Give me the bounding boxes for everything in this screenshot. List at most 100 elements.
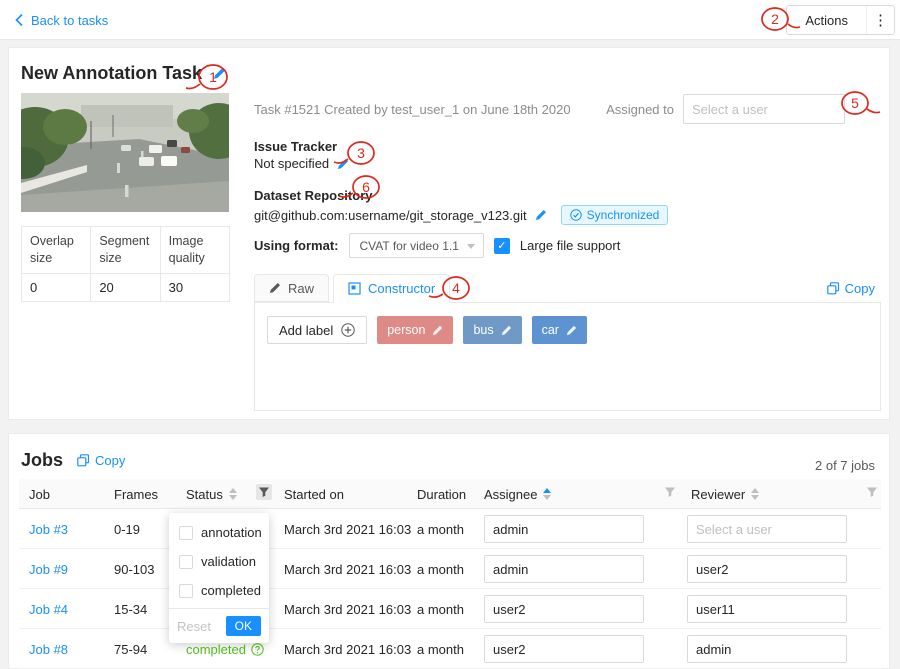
add-label-text: Add label bbox=[279, 323, 333, 338]
filter-footer: Reset OK bbox=[169, 608, 269, 643]
started-cell: March 3rd 2021 16:03 bbox=[284, 629, 411, 669]
edit-title-icon[interactable] bbox=[213, 67, 226, 80]
param-value-segment: 20 bbox=[91, 273, 160, 301]
format-row: Using format: CVAT for video 1.1 ✓ Large… bbox=[254, 233, 620, 258]
plus-circle-icon bbox=[341, 323, 355, 337]
filter-ok-button[interactable]: OK bbox=[226, 616, 261, 636]
actions-more-button[interactable]: ⋮ bbox=[866, 6, 894, 34]
tab-raw[interactable]: Raw bbox=[254, 274, 329, 302]
edit-issue-tracker-icon[interactable] bbox=[337, 158, 349, 170]
sort-status-icon[interactable] bbox=[229, 488, 237, 500]
checkbox-icon[interactable] bbox=[179, 555, 193, 569]
copy-icon bbox=[77, 454, 90, 467]
copy-labels-link[interactable]: Copy bbox=[827, 281, 875, 296]
assignee-input[interactable] bbox=[484, 635, 644, 663]
reviewer-input[interactable] bbox=[687, 555, 847, 583]
edit-repository-icon[interactable] bbox=[535, 209, 547, 221]
frames-cell: 0-19 bbox=[114, 509, 140, 549]
label-tag-car-text: car bbox=[542, 323, 559, 337]
tab-constructor-label: Constructor bbox=[368, 281, 435, 296]
started-cell: March 3rd 2021 16:03 bbox=[284, 589, 411, 629]
col-duration: Duration bbox=[417, 479, 466, 509]
large-file-checkbox[interactable]: ✓ bbox=[494, 238, 510, 254]
filter-status-icon[interactable] bbox=[256, 484, 272, 500]
large-file-label: Large file support bbox=[520, 238, 620, 253]
assigned-to-block: Assigned to bbox=[606, 94, 845, 124]
filter-reset-button[interactable]: Reset bbox=[177, 619, 211, 634]
table-row: Job #9 90-103 March 3rd 2021 16:03 a mon… bbox=[19, 549, 881, 589]
format-select[interactable]: CVAT for video 1.1 bbox=[349, 233, 484, 258]
pencil-icon bbox=[269, 282, 281, 294]
label-tag-person[interactable]: person bbox=[377, 316, 453, 344]
task-title-row: New Annotation Task bbox=[21, 63, 226, 84]
param-header-overlap: Overlap size bbox=[22, 227, 91, 274]
started-cell: March 3rd 2021 16:03 bbox=[284, 509, 411, 549]
back-to-tasks-link[interactable]: Back to tasks bbox=[14, 0, 108, 40]
checkbox-icon[interactable] bbox=[179, 526, 193, 540]
sort-reviewer-icon[interactable] bbox=[751, 488, 759, 500]
frames-cell: 90-103 bbox=[114, 549, 154, 589]
assigned-to-input[interactable] bbox=[683, 94, 845, 124]
label-tag-person-text: person bbox=[387, 323, 425, 337]
sync-status-badge[interactable]: Synchronized bbox=[561, 205, 669, 225]
job-link[interactable]: Job #8 bbox=[29, 629, 68, 669]
copy-labels-label: Copy bbox=[845, 281, 875, 296]
param-header-segment: Segment size bbox=[91, 227, 160, 274]
job-link[interactable]: Job #9 bbox=[29, 549, 68, 589]
task-title: New Annotation Task bbox=[21, 63, 202, 84]
tab-constructor[interactable]: Constructor bbox=[333, 274, 450, 303]
col-frames: Frames bbox=[114, 479, 158, 509]
job-link[interactable]: Job #3 bbox=[29, 509, 68, 549]
job-link[interactable]: Job #4 bbox=[29, 589, 68, 629]
label-tag-bus[interactable]: bus bbox=[463, 316, 521, 344]
back-label: Back to tasks bbox=[31, 13, 108, 28]
edit-label-icon[interactable] bbox=[432, 325, 443, 336]
filter-reviewer-icon[interactable] bbox=[866, 486, 878, 498]
table-row: Job #3 0-19 March 3rd 2021 16:03 a month bbox=[19, 509, 881, 549]
edit-label-icon[interactable] bbox=[566, 325, 577, 336]
param-header-quality: Image quality bbox=[160, 227, 229, 274]
assignee-input[interactable] bbox=[484, 515, 644, 543]
filter-option-validation[interactable]: validation bbox=[169, 547, 269, 576]
copy-jobs-label: Copy bbox=[95, 453, 125, 468]
col-job: Job bbox=[29, 479, 50, 509]
question-circle-icon bbox=[251, 643, 264, 656]
filter-option-label: annotation bbox=[201, 525, 262, 540]
assignee-input[interactable] bbox=[484, 555, 644, 583]
jobs-title: Jobs bbox=[21, 450, 63, 471]
param-value-quality: 30 bbox=[160, 273, 229, 301]
add-label-button[interactable]: Add label bbox=[267, 316, 367, 344]
copy-jobs-link[interactable]: Copy bbox=[77, 453, 125, 468]
label-tag-car[interactable]: car bbox=[532, 316, 587, 344]
kebab-icon: ⋮ bbox=[873, 12, 888, 29]
assignee-input[interactable] bbox=[484, 595, 644, 623]
label-tag-bus-text: bus bbox=[473, 323, 493, 337]
reviewer-input[interactable] bbox=[687, 635, 847, 663]
started-cell: March 3rd 2021 16:03 bbox=[284, 549, 411, 589]
labels-tabs: Raw Constructor Copy bbox=[254, 274, 881, 302]
filter-option-label: validation bbox=[201, 554, 256, 569]
issue-tracker-value-row: Not specified bbox=[254, 156, 349, 171]
chevron-down-icon bbox=[467, 244, 475, 249]
filter-option-completed[interactable]: completed bbox=[169, 576, 269, 605]
actions-button[interactable]: Actions bbox=[787, 6, 866, 34]
status-text: completed bbox=[186, 642, 246, 657]
assigned-to-label: Assigned to bbox=[606, 102, 674, 117]
task-preview-image bbox=[21, 93, 229, 212]
param-value-overlap: 0 bbox=[22, 273, 91, 301]
jobs-card: Jobs Copy 2 of 7 jobs Job Frames Status … bbox=[8, 433, 890, 669]
duration-cell: a month bbox=[417, 589, 464, 629]
duration-cell: a month bbox=[417, 549, 464, 589]
reviewer-input[interactable] bbox=[687, 515, 847, 543]
filter-assignee-icon[interactable] bbox=[664, 486, 676, 498]
reviewer-input[interactable] bbox=[687, 595, 847, 623]
status-filter-menu: annotation validation completed Reset OK bbox=[169, 513, 269, 643]
checkbox-icon[interactable] bbox=[179, 584, 193, 598]
filter-option-annotation[interactable]: annotation bbox=[169, 518, 269, 547]
back-chevron-icon bbox=[14, 13, 24, 27]
dataset-repository-url: git@github.com:username/git_storage_v123… bbox=[254, 208, 527, 223]
tab-raw-label: Raw bbox=[288, 281, 314, 296]
sort-assignee-icon[interactable] bbox=[543, 488, 551, 500]
col-started: Started on bbox=[284, 479, 344, 509]
edit-label-icon[interactable] bbox=[501, 325, 512, 336]
